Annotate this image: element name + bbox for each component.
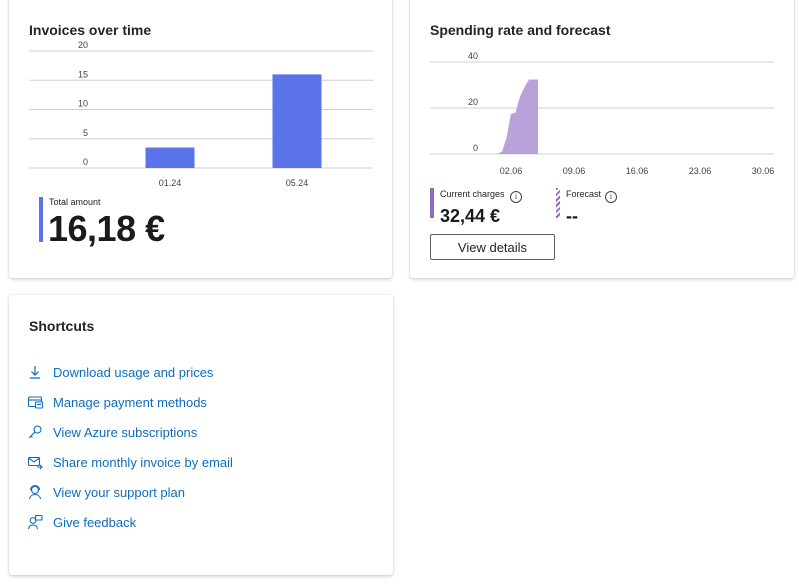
y-tick-label: 20: [468, 97, 478, 107]
y-tick-label: 20: [78, 40, 88, 50]
x-tick-label: 02.06: [500, 166, 523, 176]
forecast-value: --: [566, 206, 578, 226]
shortcut-view-subscriptions[interactable]: View Azure subscriptions: [27, 417, 233, 447]
spending-chart: 0 20 40 02.06 09.06 16.06 23.06 30.06: [430, 51, 775, 176]
spending-card: Spending rate and forecast 0 20 40 02.06 09.…: [410, 0, 794, 278]
shortcut-label: Give feedback: [53, 514, 137, 530]
invoices-card: Invoices over time 0 5 10 15 20 01.24 05.24 To…: [9, 0, 392, 278]
view-details-button[interactable]: View details: [430, 234, 555, 260]
shortcut-manage-payment[interactable]: Manage payment methods: [27, 387, 233, 417]
shortcut-label: Manage payment methods: [53, 394, 207, 410]
y-tick-label: 5: [83, 128, 88, 138]
shortcut-share-invoice[interactable]: Share monthly invoice by email: [27, 447, 233, 477]
download-icon: [27, 364, 43, 380]
total-amount-value: 16,18 €: [48, 208, 165, 249]
support-person-icon: [27, 484, 43, 500]
current-charges-info-icon[interactable]: i: [510, 191, 522, 203]
shortcut-label: Download usage and prices: [53, 364, 214, 380]
shortcuts-card: Shortcuts Download usage and prices Mana…: [9, 295, 393, 575]
bar: [272, 74, 322, 168]
forecast-marker: [556, 188, 560, 218]
x-tick-label: 23.06: [689, 166, 712, 176]
total-amount-label: Total amount: [49, 197, 101, 207]
bar: [145, 147, 195, 168]
shortcut-label: View Azure subscriptions: [53, 424, 198, 440]
x-tick-label: 16.06: [626, 166, 649, 176]
spending-area: [497, 79, 538, 154]
shortcut-give-feedback[interactable]: Give feedback: [27, 507, 233, 537]
feedback-person-icon: [27, 514, 43, 530]
y-tick-label: 10: [78, 99, 88, 109]
current-charges-value: 32,44 €: [440, 206, 501, 226]
invoices-chart: 0 5 10 15 20 01.24 05.24: [29, 40, 373, 188]
x-tick-label: 01.24: [159, 178, 182, 188]
forecast-info-icon[interactable]: i: [605, 191, 617, 203]
y-tick-label: 15: [78, 69, 88, 79]
y-tick-label: 0: [83, 157, 88, 167]
y-tick-label: 0: [473, 143, 478, 153]
shortcut-label: View your support plan: [53, 484, 186, 500]
shortcuts-title: Shortcuts: [29, 318, 95, 334]
y-tick-label: 40: [468, 51, 478, 61]
total-amount-marker: [39, 197, 43, 242]
shortcuts-list: Download usage and prices Manage payment…: [27, 357, 233, 537]
current-charges-marker: [430, 188, 434, 218]
key-icon: [27, 424, 43, 440]
shortcut-support-plan[interactable]: View your support plan: [27, 477, 233, 507]
mail-share-icon: [27, 454, 43, 470]
x-tick-label: 30.06: [752, 166, 775, 176]
x-tick-label: 09.06: [563, 166, 586, 176]
shortcut-label: Share monthly invoice by email: [53, 454, 233, 470]
x-tick-label: 05.24: [286, 178, 309, 188]
current-charges-label: Current charges: [440, 189, 505, 199]
shortcut-download-usage[interactable]: Download usage and prices: [27, 357, 233, 387]
forecast-label: Forecast: [566, 189, 602, 199]
payment-card-icon: [27, 394, 43, 410]
